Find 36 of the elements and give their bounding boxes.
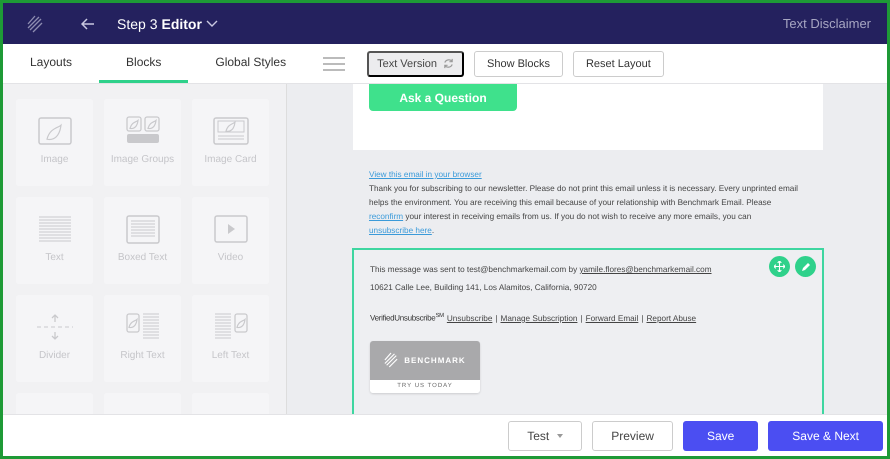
panel-tab[interactable]: Global Styles: [188, 44, 314, 83]
footer-block[interactable]: [352, 248, 824, 414]
refresh-icon: [443, 58, 454, 69]
verified-unsubscribe-logo: VerifiedUnsubscribe$^{SM}$: [370, 312, 444, 325]
logo-icon[interactable]: [27, 14, 43, 32]
edit-button[interactable]: [795, 256, 816, 277]
toolbar-button[interactable]: Show Blocks: [474, 50, 563, 76]
address-text: 10621 Calle Lee, Building 141, Los Alamitos, California, 90720: [370, 282, 598, 294]
test-dropdown[interactable]: Test: [508, 420, 582, 450]
badge-brand: BENCHMARK: [404, 356, 466, 365]
link-separator: |: [580, 312, 583, 325]
link-separator: |: [641, 312, 644, 325]
toolbar-button[interactable]: Reset Layout: [572, 50, 664, 76]
text-version-button[interactable]: Text Version: [367, 50, 464, 76]
step-title: Editor: [161, 16, 202, 32]
footer-link[interactable]: Unsubscribe: [446, 312, 492, 325]
caret-icon: [557, 434, 564, 438]
page-name: Text Disclaimer: [782, 16, 871, 31]
footer-link[interactable]: Forward Email: [586, 312, 638, 325]
notice-link[interactable]: yamile.flores@benchmarkemail.com: [579, 265, 712, 274]
save-button[interactable]: Save & Next: [768, 420, 883, 450]
footer-link[interactable]: Report Abuse: [646, 312, 696, 325]
move-icon: [774, 261, 785, 272]
link-separator: |: [495, 312, 498, 325]
save-button[interactable]: Save: [682, 420, 758, 450]
step-label: Step 3: [117, 16, 158, 32]
back-arrow-icon[interactable]: [81, 18, 95, 30]
pencil-icon: [800, 262, 810, 272]
notice-paragraph: Thank you for subscribing to our newsletter. Please do not print this email unless it is necessary. Every unprinted email helps the environment. You are receiving this email because of your relationship with Benchmark Email. Please reconfirm your interest in receiving emails from us. If you do not wish to receive any more emails, you can unsubscribe here.: [369, 183, 799, 237]
logo-icon: [384, 352, 398, 368]
preview-button[interactable]: Preview: [592, 420, 673, 450]
menu-icon[interactable]: [323, 56, 346, 72]
chevron-down-icon[interactable]: [206, 20, 218, 28]
move-button[interactable]: [769, 256, 790, 277]
footer-link[interactable]: Manage Subscription: [500, 312, 578, 325]
panel-tab[interactable]: Layouts: [3, 44, 100, 83]
